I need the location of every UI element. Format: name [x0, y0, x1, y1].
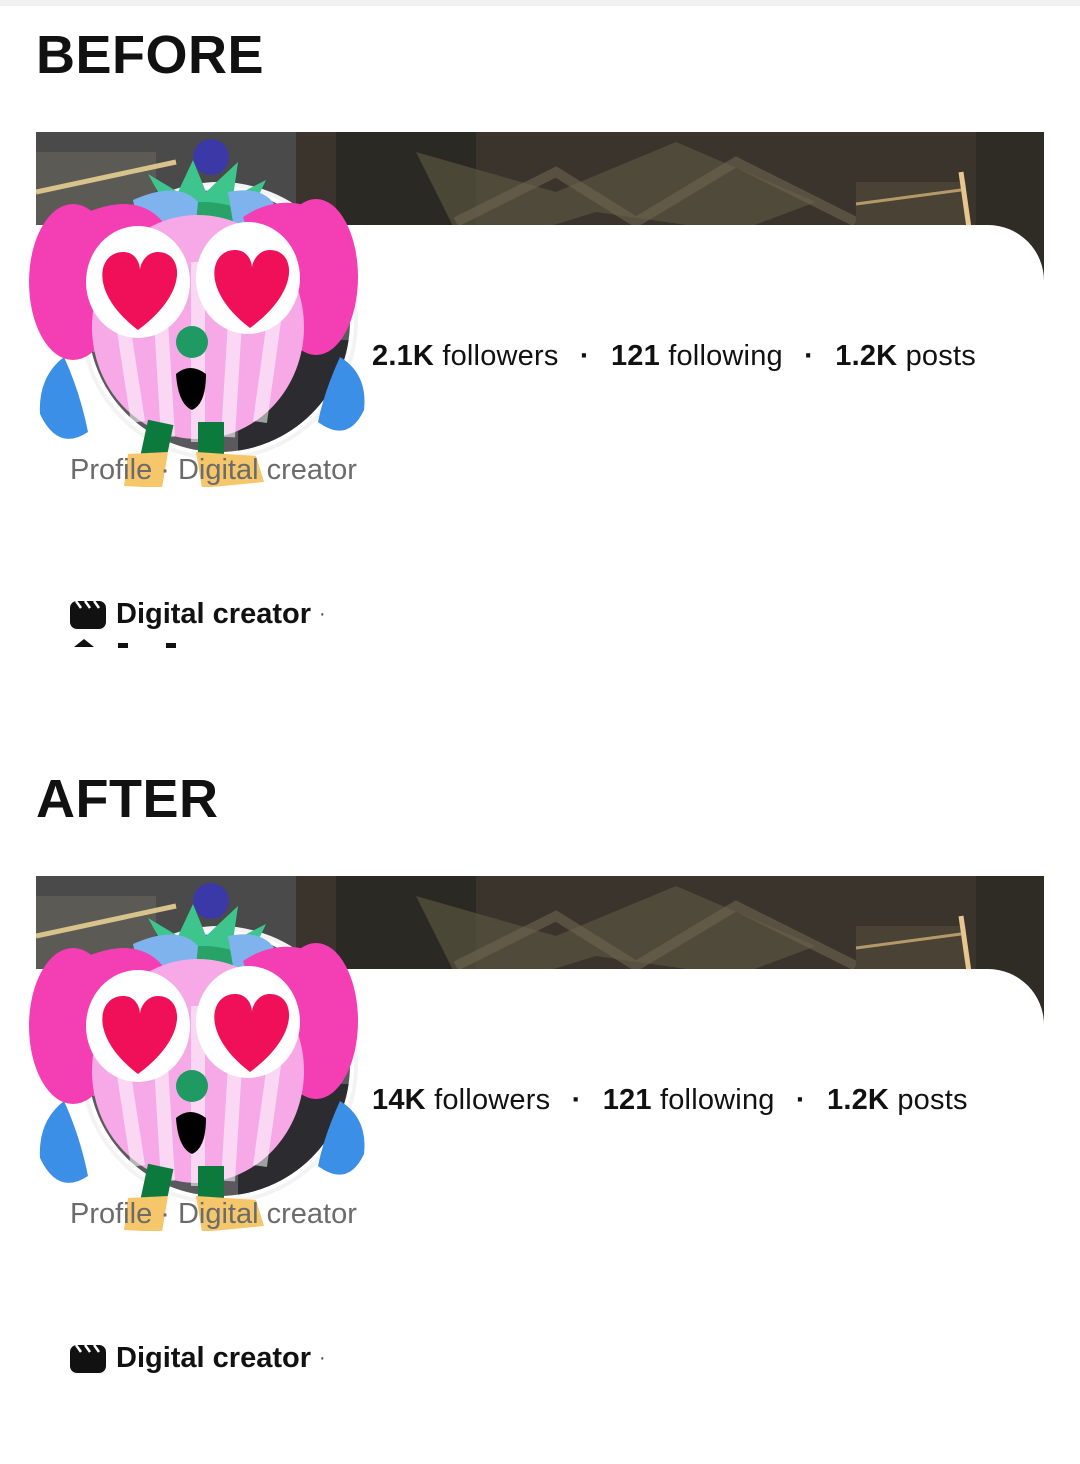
following-count[interactable]: 121	[603, 1084, 652, 1116]
profile-category-line: Profile · Digital creator	[70, 1198, 357, 1230]
separator-dot: ·	[795, 1084, 806, 1116]
profile-card: 2.1K followers · 121 following · 1.2K po…	[29, 132, 1044, 655]
clapperboard-icon	[70, 600, 106, 629]
category-row[interactable]: Digital creator ·	[70, 1338, 326, 1378]
truncated-row	[70, 636, 270, 648]
posts-label: posts	[897, 1084, 968, 1116]
profile-stats: 14K followers · 121 following · 1.2K pos…	[372, 1084, 968, 1117]
followers-count[interactable]: 14K	[372, 1084, 426, 1116]
following-label[interactable]: following	[660, 1084, 775, 1116]
section-heading: AFTER	[36, 769, 219, 829]
separator-dot: ·	[579, 340, 590, 372]
followers-label[interactable]: followers	[434, 1084, 550, 1116]
separator-dot: ·	[319, 602, 326, 625]
clapperboard-icon	[70, 1344, 106, 1373]
category-label: Digital creator	[116, 597, 311, 630]
posts-count: 1.2K	[827, 1084, 890, 1116]
before-section: BEFORE 2.1K followers · 121 following · …	[0, 0, 1080, 720]
following-count[interactable]: 121	[611, 340, 660, 372]
posts-label: posts	[905, 340, 976, 372]
separator-dot: ·	[319, 1346, 326, 1369]
followers-label[interactable]: followers	[442, 340, 558, 372]
sticker-character-icon	[29, 160, 365, 487]
section-heading: BEFORE	[36, 25, 265, 85]
profile-stats: 2.1K followers · 121 following · 1.2K po…	[372, 340, 976, 373]
profile-card: 14K followers · 121 following · 1.2K pos…	[29, 876, 1044, 1399]
separator-dot: ·	[571, 1084, 582, 1116]
after-section: AFTER 14K followers · 121 following · 1.…	[0, 744, 1080, 1464]
category-label: Digital creator	[116, 1341, 311, 1374]
posts-count: 1.2K	[835, 340, 898, 372]
following-label[interactable]: following	[668, 340, 783, 372]
separator-dot: ·	[804, 340, 814, 372]
category-row[interactable]: Digital creator ·	[70, 594, 326, 634]
sticker-character-icon	[29, 904, 365, 1231]
profile-category-line: Profile · Digital creator	[70, 454, 357, 486]
followers-count[interactable]: 2.1K	[372, 340, 434, 372]
